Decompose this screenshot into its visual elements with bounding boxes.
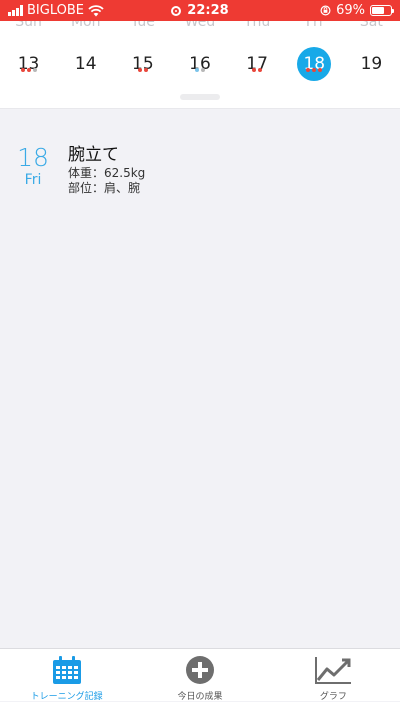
plus-circle-icon	[185, 656, 214, 684]
weekday-label: Fri	[305, 21, 323, 30]
training-entry[interactable]: 18 Fri 腕立て 体重：62.5kg 部位：肩、腕	[0, 137, 400, 197]
day-number: 13	[17, 54, 40, 74]
day-number: 19	[360, 54, 383, 74]
record-dot	[200, 68, 205, 72]
record-dots	[229, 68, 286, 73]
day-cell-19[interactable]: 19	[343, 47, 400, 87]
day-cell-16[interactable]: 16	[171, 47, 228, 87]
status-left: BIGLOBE	[8, 3, 104, 18]
day-number: 15	[132, 54, 154, 74]
signal-icon	[8, 5, 23, 16]
battery-percent: 69%	[336, 3, 365, 18]
record-dots	[171, 68, 228, 73]
tab-bar: トレーニング記録 今日の成果 グラフ	[0, 648, 400, 702]
record-dot	[258, 68, 263, 72]
weekday-header: Sun Mon Tue Wed Thu Fri Sat	[0, 21, 400, 31]
record-dot	[20, 68, 25, 72]
tab-training-record[interactable]: トレーニング記録	[0, 649, 133, 702]
tab-today-results[interactable]: 今日の成果	[133, 649, 266, 702]
record-dots	[57, 68, 114, 73]
day-cell-17[interactable]: 17	[229, 47, 286, 87]
day-cell-14[interactable]: 14	[57, 47, 114, 87]
weekday-label: Thu	[243, 21, 271, 30]
battery-icon	[370, 5, 394, 16]
record-dot	[137, 68, 142, 72]
tab-label: グラフ	[319, 692, 347, 702]
record-dots	[114, 68, 171, 73]
record-dot	[143, 68, 148, 72]
weekday-label: Wed	[184, 21, 216, 30]
record-dot	[194, 68, 199, 72]
tab-label: 今日の成果	[177, 692, 223, 702]
day-number: 14	[74, 54, 97, 74]
record-dots	[0, 68, 57, 73]
entry-day-number: 18	[17, 143, 49, 172]
entry-date: 18 Fri	[10, 143, 56, 187]
day-cell-15[interactable]: 15	[114, 47, 171, 87]
weekday-label: Mon	[70, 21, 101, 30]
status-bar: BIGLOBE 22:28 69%	[0, 0, 400, 21]
record-dot	[32, 68, 37, 72]
record-dot	[312, 68, 317, 72]
record-dot	[306, 68, 311, 72]
tab-graph[interactable]: グラフ	[267, 649, 400, 702]
status-time: 22:28	[187, 3, 229, 18]
day-row: 13 14 15 16 17 18 19	[0, 47, 400, 87]
week-calendar: Sun Mon Tue Wed Thu Fri Sat 13 14 15 16 17 18 19	[0, 21, 400, 109]
weekday-label: Tue	[130, 21, 155, 30]
entry-weekday: Fri	[24, 172, 42, 188]
carrier-label: BIGLOBE	[27, 3, 84, 18]
record-dot	[26, 68, 31, 72]
calendar-icon	[52, 656, 81, 684]
record-dots	[343, 68, 400, 73]
entry-title: 腕立て	[68, 145, 119, 165]
weekday-label: Sat	[359, 21, 383, 30]
status-right: 69%	[320, 3, 394, 18]
record-dots	[286, 68, 343, 73]
line-chart-icon	[315, 657, 352, 684]
day-cell-13[interactable]: 13	[0, 47, 57, 87]
weekday-label: Sun	[15, 21, 42, 30]
calendar-expand-handle[interactable]	[180, 94, 220, 100]
screen-record-icon	[171, 5, 182, 16]
orientation-lock-icon	[320, 5, 331, 16]
day-number: 17	[246, 54, 268, 74]
entry-body-part: 部位：肩、腕	[68, 181, 141, 195]
wifi-icon	[88, 4, 104, 16]
record-dot	[252, 68, 257, 72]
tab-label: トレーニング記録	[30, 692, 103, 702]
day-cell-18[interactable]: 18	[286, 47, 343, 87]
day-number: 16	[189, 54, 211, 74]
record-dot	[318, 68, 323, 72]
day-number: 18	[297, 47, 332, 81]
